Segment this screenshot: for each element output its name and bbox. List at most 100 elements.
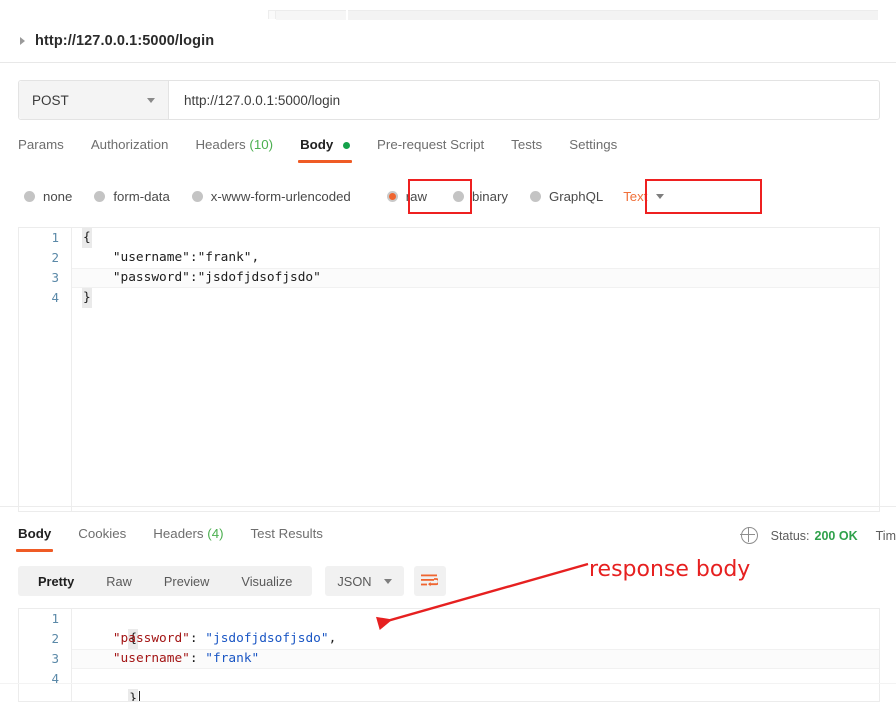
request-url-input[interactable]: http://127.0.0.1:5000/login bbox=[169, 81, 879, 119]
tab-body[interactable]: Body bbox=[298, 135, 352, 163]
view-mode-raw[interactable]: Raw bbox=[90, 574, 148, 589]
line-number: 1 bbox=[51, 611, 59, 626]
raw-format-label: Text bbox=[623, 188, 648, 204]
tab-tests[interactable]: Tests bbox=[511, 135, 542, 163]
radio-unselected-icon bbox=[94, 190, 106, 202]
view-mode-preview[interactable]: Preview bbox=[148, 574, 226, 589]
response-tab-cookies[interactable]: Cookies bbox=[78, 524, 126, 552]
view-mode-visualize[interactable]: Visualize bbox=[225, 574, 308, 589]
response-tab-body-label: Body bbox=[18, 526, 52, 541]
word-wrap-button[interactable] bbox=[413, 566, 446, 596]
json-colon: : bbox=[189, 651, 206, 666]
response-view-toolbar: Pretty Raw Preview Visualize JSON bbox=[18, 566, 446, 596]
tab-pre-request-script[interactable]: Pre-request Script bbox=[377, 135, 484, 163]
tab-headers-count: (10) bbox=[249, 137, 274, 152]
body-type-radio-group: none form-data x-www-form-urlencoded raw… bbox=[24, 181, 665, 211]
panel-divider bbox=[0, 506, 896, 507]
line-number: 3 bbox=[51, 651, 59, 666]
response-tab-test-results[interactable]: Test Results bbox=[251, 524, 323, 552]
tab-body-label: Body bbox=[300, 137, 334, 152]
request-editor-code[interactable]: { "username":"frank", "password":"jsdofj… bbox=[72, 228, 879, 511]
body-type-none[interactable]: none bbox=[24, 189, 72, 204]
response-view-mode-group: Pretty Raw Preview Visualize bbox=[18, 566, 313, 596]
response-language-select[interactable]: JSON bbox=[325, 566, 404, 596]
body-modified-dot-icon bbox=[343, 141, 351, 149]
body-type-form-data-label: form-data bbox=[113, 188, 170, 204]
annotation-label: response body bbox=[589, 557, 751, 582]
body-type-graphql[interactable]: GraphQL bbox=[529, 188, 604, 204]
body-type-graphql-label: GraphQL bbox=[548, 188, 604, 204]
http-method-select[interactable]: POST bbox=[19, 81, 169, 119]
code-line-text: } bbox=[82, 288, 92, 308]
radio-unselected-icon bbox=[191, 190, 203, 202]
code-punct: , bbox=[328, 631, 337, 646]
response-tab-headers-label: Headers bbox=[153, 526, 204, 541]
response-body-editor[interactable]: 1 2 3 4 { "password": "jsdofjdsofjsdo", … bbox=[18, 608, 880, 702]
response-tab-cookies-label: Cookies bbox=[78, 526, 127, 541]
line-number: 4 bbox=[51, 290, 59, 305]
code-line: "username":"frank", bbox=[82, 250, 260, 265]
request-body-editor[interactable]: 1 2 3 4 { "username":"frank", "password"… bbox=[18, 227, 880, 512]
code-line-text: { bbox=[82, 228, 92, 248]
body-type-raw[interactable]: raw bbox=[386, 188, 428, 204]
chevron-down-icon[interactable] bbox=[383, 578, 392, 584]
text-cursor bbox=[138, 691, 140, 701]
tab-authorization-label: Authorization bbox=[90, 137, 169, 152]
tab-strip-segment-3 bbox=[348, 10, 878, 20]
request-tab-bar: Params Authorization Headers (10) Body P… bbox=[18, 135, 878, 169]
tab-authorization[interactable]: Authorization bbox=[91, 135, 169, 163]
request-url-bar: POST http://127.0.0.1:5000/login bbox=[18, 80, 880, 120]
request-url-value: http://127.0.0.1:5000/login bbox=[184, 92, 341, 108]
body-type-none-label: none bbox=[43, 188, 73, 204]
request-collapsed-title: http://127.0.0.1:5000/login bbox=[35, 33, 215, 49]
tab-pre-request-script-label: Pre-request Script bbox=[377, 137, 485, 152]
code-line: } bbox=[72, 288, 879, 308]
radio-unselected-icon bbox=[453, 190, 465, 202]
request-collapsed-header[interactable]: http://127.0.0.1:5000/login bbox=[0, 20, 896, 63]
response-editor-gutter: 1 2 3 4 bbox=[19, 609, 72, 701]
body-type-urlencoded-label: x-www-form-urlencoded bbox=[210, 188, 351, 204]
line-number: 4 bbox=[51, 671, 59, 686]
json-value: "jsdofjdsofjsdo" bbox=[205, 631, 329, 646]
footer-divider bbox=[0, 683, 896, 684]
line-number: 3 bbox=[51, 270, 59, 285]
line-number: 1 bbox=[51, 230, 59, 245]
tab-strip-segment-2 bbox=[276, 10, 346, 20]
tab-tests-label: Tests bbox=[511, 137, 543, 152]
globe-icon bbox=[740, 526, 758, 544]
response-tab-test-results-label: Test Results bbox=[250, 526, 323, 541]
http-method-label: POST bbox=[32, 92, 69, 108]
tab-params-label: Params bbox=[18, 137, 64, 152]
code-line: "username": "frank" bbox=[72, 649, 879, 669]
body-type-binary[interactable]: binary bbox=[453, 189, 508, 204]
word-wrap-icon bbox=[421, 574, 439, 587]
time-label: Tim bbox=[875, 528, 896, 543]
raw-format-select[interactable]: Text bbox=[623, 188, 665, 204]
tab-settings[interactable]: Settings bbox=[569, 135, 617, 163]
response-editor-code[interactable]: { "password": "jsdofjdsofjsdo", "usernam… bbox=[72, 609, 879, 701]
response-tab-headers-count: (4) bbox=[207, 526, 224, 541]
json-key: "password" bbox=[112, 631, 190, 646]
body-type-binary-label: binary bbox=[472, 188, 508, 204]
tab-strip-segment-1 bbox=[268, 10, 276, 19]
response-tab-body[interactable]: Body bbox=[15, 524, 54, 552]
status-label: Status: bbox=[770, 528, 810, 543]
radio-unselected-icon bbox=[24, 190, 35, 202]
view-mode-pretty[interactable]: Pretty bbox=[22, 574, 90, 589]
code-line: { bbox=[72, 609, 879, 649]
tab-headers[interactable]: Headers (10) bbox=[195, 135, 273, 163]
response-tab-headers[interactable]: Headers (4) bbox=[153, 524, 223, 552]
caret-right-icon[interactable] bbox=[20, 37, 25, 45]
response-status-bar: Status: 200 OK Tim bbox=[740, 526, 896, 544]
code-line: "password":"jsdofjdsofjsdo" bbox=[72, 268, 879, 288]
browser-tab-strip bbox=[0, 0, 896, 20]
body-type-raw-label: raw bbox=[405, 188, 428, 204]
tab-params[interactable]: Params bbox=[18, 135, 64, 163]
code-line: } bbox=[72, 669, 879, 701]
body-type-urlencoded[interactable]: x-www-form-urlencoded bbox=[191, 188, 351, 204]
request-editor-gutter: 1 2 3 4 bbox=[19, 228, 72, 511]
chevron-down-icon[interactable] bbox=[147, 97, 155, 103]
body-type-form-data[interactable]: form-data bbox=[94, 188, 170, 204]
line-number: 2 bbox=[51, 631, 59, 646]
chevron-down-icon[interactable] bbox=[656, 193, 665, 199]
